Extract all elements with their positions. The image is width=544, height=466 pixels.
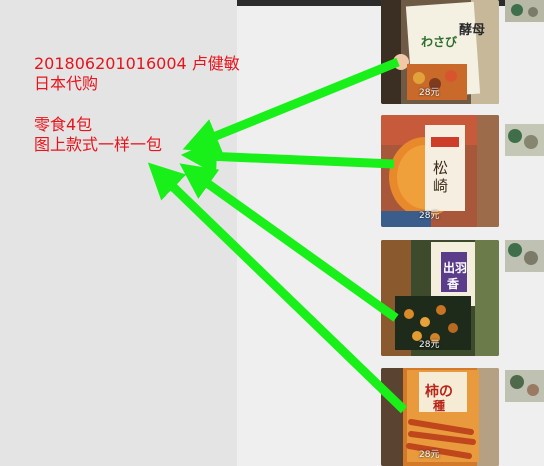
arrow-product-3 [179, 163, 399, 322]
annotation-arrows [147, 57, 408, 414]
arrow-product-1 [182, 57, 400, 153]
arrow-product-2 [180, 138, 395, 175]
